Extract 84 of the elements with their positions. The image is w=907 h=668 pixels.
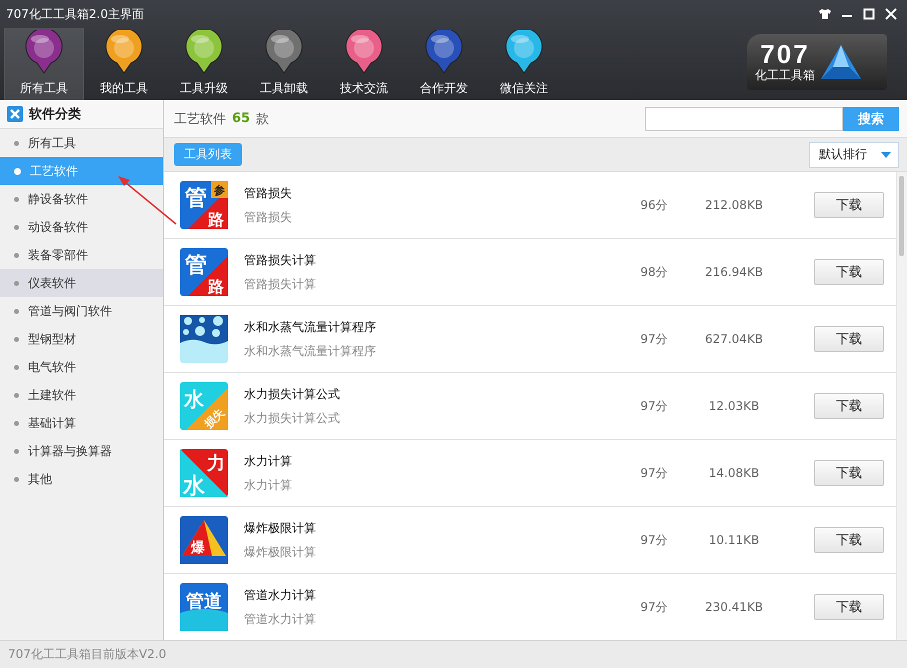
maximize-icon[interactable]	[861, 6, 877, 22]
tool-size: 216.94KB	[704, 265, 764, 279]
caret-icon	[880, 150, 892, 158]
triangle-logo-icon	[819, 43, 863, 81]
shirt-icon[interactable]	[817, 6, 833, 22]
toolbar-icon	[504, 30, 544, 74]
toolbar-button[interactable]: 我的工具	[84, 28, 164, 100]
tool-name: 爆炸极限计算	[244, 520, 317, 536]
tool-score: 97分	[639, 398, 669, 414]
toolbar-button[interactable]: 合作开发	[404, 28, 484, 100]
tool-score: 97分	[639, 330, 669, 348]
download-button[interactable]: 下载	[814, 594, 884, 620]
app-icon: 力 水	[180, 449, 228, 497]
scrollbar[interactable]	[896, 172, 907, 640]
tool-description: 管道水力计算	[244, 610, 317, 628]
status-text: 707化工工具箱目前版本V2.0	[0, 640, 907, 668]
download-button[interactable]: 下载	[814, 192, 884, 218]
toolbar-icon	[344, 30, 384, 74]
tool-description: 水力计算	[244, 476, 293, 494]
category-item[interactable]: 仪表软件	[0, 269, 163, 297]
app-icon: 管道	[180, 583, 228, 631]
category-item[interactable]: 所有工具	[0, 129, 163, 157]
tool-count: 65	[232, 111, 250, 126]
logo-number: 707	[760, 40, 810, 66]
toolbar-icon	[264, 30, 304, 74]
category-item[interactable]: 土建软件	[0, 381, 163, 409]
download-button[interactable]: 下载	[814, 527, 884, 553]
category-item[interactable]: 基础计算	[0, 409, 163, 437]
sort-dropdown[interactable]: 默认排行	[809, 142, 899, 168]
logo-name: 化工工具箱	[755, 66, 815, 84]
toolbar-button[interactable]: 技术交流	[324, 28, 404, 100]
tool-name: 水和水蒸气流量计算程序	[244, 318, 377, 336]
search-field[interactable]	[645, 106, 843, 130]
download-button[interactable]: 下载	[814, 259, 884, 285]
tool-description: 管路损失计算	[244, 276, 317, 292]
app-icon: 管 参 路	[180, 181, 228, 229]
tool-size: 212.08KB	[704, 198, 764, 212]
category-item[interactable]: 静设备软件	[0, 185, 163, 213]
download-button[interactable]: 下载	[814, 393, 884, 419]
tool-score: 97分	[639, 464, 669, 482]
category-item[interactable]: 其他	[0, 465, 163, 493]
toolbar-icon	[184, 30, 224, 74]
category-item[interactable]: 装备零部件	[0, 241, 163, 269]
tool-description: 水和水蒸气流量计算程序	[244, 342, 377, 360]
tool-description: 管路损失	[244, 208, 293, 226]
category-item[interactable]: 型钢型材	[0, 325, 163, 353]
tool-description: 爆炸极限计算	[244, 544, 317, 560]
toolbar-button[interactable]: 工具卸载	[244, 28, 324, 100]
tool-name: 水力损失计算公式	[244, 386, 341, 402]
app-icon: 管 路	[180, 248, 228, 296]
category-item[interactable]: 计算器与换算器	[0, 437, 163, 465]
tool-size: 10.11KB	[708, 533, 760, 547]
tool-name: 管道水力计算	[244, 586, 317, 604]
app-icon	[180, 315, 228, 363]
toolbar-icon	[424, 30, 464, 74]
tool-name: 水力计算	[244, 452, 293, 470]
window-title: 707化工工具箱2.0主界面	[6, 6, 144, 22]
category-name: 工艺软件	[174, 110, 226, 128]
tool-description: 水力损失计算公式	[244, 410, 341, 426]
tool-name: 管路损失计算	[244, 252, 317, 268]
toolbar-button[interactable]: 微信关注	[484, 28, 564, 100]
tool-name: 管路损失	[244, 184, 293, 202]
category-item[interactable]: 电气软件	[0, 353, 163, 381]
download-button[interactable]: 下载	[814, 326, 884, 352]
download-button[interactable]: 下载	[814, 460, 884, 486]
tool-score: 96分	[639, 196, 669, 214]
tool-size: 230.41KB	[704, 600, 764, 614]
tool-size: 12.03KB	[708, 399, 760, 413]
tool-size: 627.04KB	[704, 332, 764, 346]
category-item[interactable]: 管道与阀门软件	[0, 297, 163, 325]
toolbar-icon	[24, 30, 64, 74]
toolbar-icon	[104, 30, 144, 74]
category-item[interactable]: 动设备软件	[0, 213, 163, 241]
sidebar-title: 软件分类	[29, 106, 81, 123]
tool-score: 97分	[639, 532, 669, 548]
tool-score: 97分	[639, 598, 669, 616]
count-unit: 款	[256, 110, 270, 128]
app-icon: 爆	[180, 516, 228, 564]
app-icon: 水 损失	[180, 382, 228, 430]
close-icon[interactable]	[883, 6, 899, 22]
tool-score: 98分	[639, 264, 669, 280]
toolbar-button[interactable]: 所有工具	[4, 28, 84, 100]
toolbar-button[interactable]: 工具升级	[164, 28, 244, 100]
tool-size: 14.08KB	[708, 466, 760, 480]
